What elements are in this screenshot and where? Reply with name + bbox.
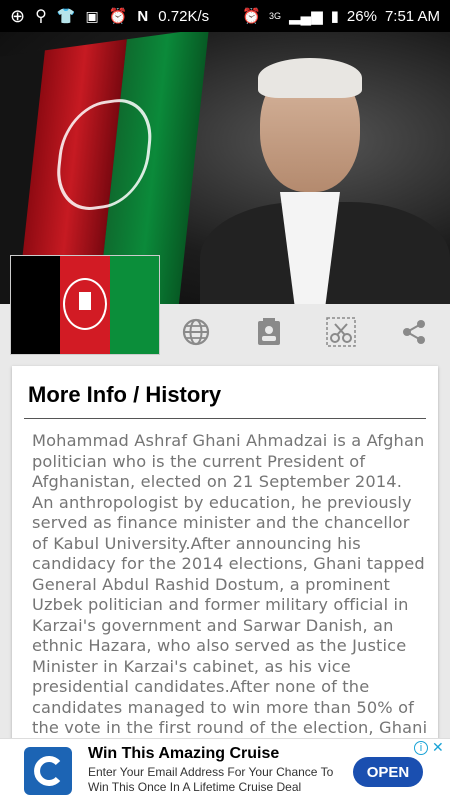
tshirt-icon: 👕 <box>56 8 76 25</box>
globe-icon[interactable] <box>179 315 213 349</box>
scissors-icon[interactable] <box>324 315 358 349</box>
share-icon[interactable] <box>397 315 431 349</box>
ad-close-icon[interactable]: ✕ <box>432 739 444 756</box>
network-type: 3G <box>268 11 281 21</box>
card-title: More Info / History <box>28 382 222 407</box>
status-bar: ⊕ ⚲ 👕 ▣ ⏰ N 0.72K/s ⏰ 3G ▂▄▆ ▮ 26% 7:51 … <box>0 0 450 32</box>
signal-icon: ▂▄▆ <box>288 8 323 25</box>
image-icon: ▣ <box>85 7 99 24</box>
flag-emblem-icon <box>63 278 108 330</box>
ad-info-icon[interactable]: i <box>414 741 428 755</box>
ad-banner[interactable]: Win This Amazing Cruise Enter Your Email… <box>0 738 450 800</box>
network-speed: 0.72K/s <box>158 7 210 25</box>
alarm-icon: ⏰ <box>108 8 128 25</box>
clock: 7:51 AM <box>384 7 440 25</box>
ad-logo[interactable] <box>24 747 72 795</box>
battery-level: 26% <box>346 7 377 25</box>
battery-icon: ▮ <box>330 8 339 25</box>
country-flag <box>10 255 160 355</box>
ad-open-button[interactable]: OPEN <box>353 757 423 787</box>
portrait <box>200 58 450 304</box>
ad-title[interactable]: Win This Amazing Cruise <box>88 745 279 763</box>
contact-card-icon[interactable] <box>252 315 286 349</box>
history-text[interactable]: Mohammad Ashraf Ghani Ahmadzai is a Afgh… <box>12 419 438 766</box>
ad-description[interactable]: Enter Your Email Address For Your Chance… <box>88 765 338 795</box>
alarm-icon-right: ⏰ <box>242 8 261 25</box>
n-icon: N <box>137 7 149 25</box>
action-toolbar <box>160 304 450 360</box>
info-card: More Info / History Mohammad Ashraf Ghan… <box>12 366 438 766</box>
plus-icon: ⊕ <box>10 5 26 26</box>
location-icon: ⚲ <box>35 8 47 25</box>
